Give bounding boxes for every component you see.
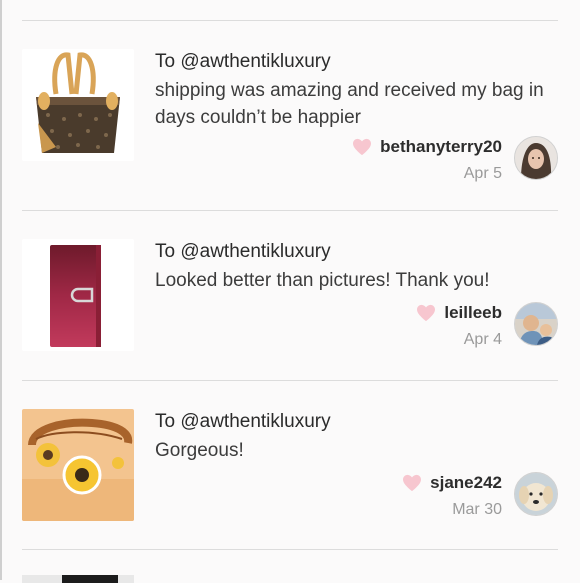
user-avatar[interactable] xyxy=(514,136,558,180)
review-comment: shipping was amazing and received my bag… xyxy=(155,80,544,128)
review-meta: bethanyterry20 Apr 5 xyxy=(352,137,502,183)
review-date: Mar 30 xyxy=(452,501,502,518)
product-thumbnail[interactable] xyxy=(22,409,134,521)
review-item: To @awthentikluxury Gorgeous! sjane242 M… xyxy=(0,381,580,551)
review-meta: leilleeb Apr 4 xyxy=(416,303,502,349)
username-link[interactable]: leilleeb xyxy=(444,303,502,323)
review-comment: Gorgeous! xyxy=(155,440,244,461)
flower-bracelet-icon xyxy=(22,409,134,521)
user-avatar-icon xyxy=(515,303,557,345)
review-meta: sjane242 Mar 30 xyxy=(402,473,502,519)
red-wallet-icon xyxy=(22,239,134,351)
review-item: To @awthentikluxury shipping was amazing… xyxy=(0,21,580,191)
review-date: Apr 5 xyxy=(463,165,502,182)
heart-icon[interactable] xyxy=(352,138,372,156)
review-comment: Looked better than pictures! Thank you! xyxy=(155,270,490,291)
heart-icon[interactable] xyxy=(416,304,436,322)
user-avatar[interactable] xyxy=(514,472,558,516)
recipient-line: To @awthentikluxury xyxy=(155,411,331,432)
divider xyxy=(22,549,558,550)
next-product-thumbnail-detail xyxy=(62,575,118,583)
product-thumbnail[interactable] xyxy=(22,239,134,351)
dog-avatar-icon xyxy=(515,473,557,515)
recipient-line: To @awthentikluxury xyxy=(155,241,331,262)
review-item: To @awthentikluxury Looked better than p… xyxy=(0,211,580,381)
product-thumbnail[interactable] xyxy=(22,49,134,161)
user-avatar-icon xyxy=(515,137,557,179)
monogram-tote-bag-icon xyxy=(22,49,134,161)
username-link[interactable]: sjane242 xyxy=(430,473,502,493)
review-date: Apr 4 xyxy=(463,331,502,348)
user-avatar[interactable] xyxy=(514,302,558,346)
username-link[interactable]: bethanyterry20 xyxy=(380,137,502,157)
heart-icon[interactable] xyxy=(402,474,422,492)
recipient-line: To @awthentikluxury xyxy=(155,51,331,72)
